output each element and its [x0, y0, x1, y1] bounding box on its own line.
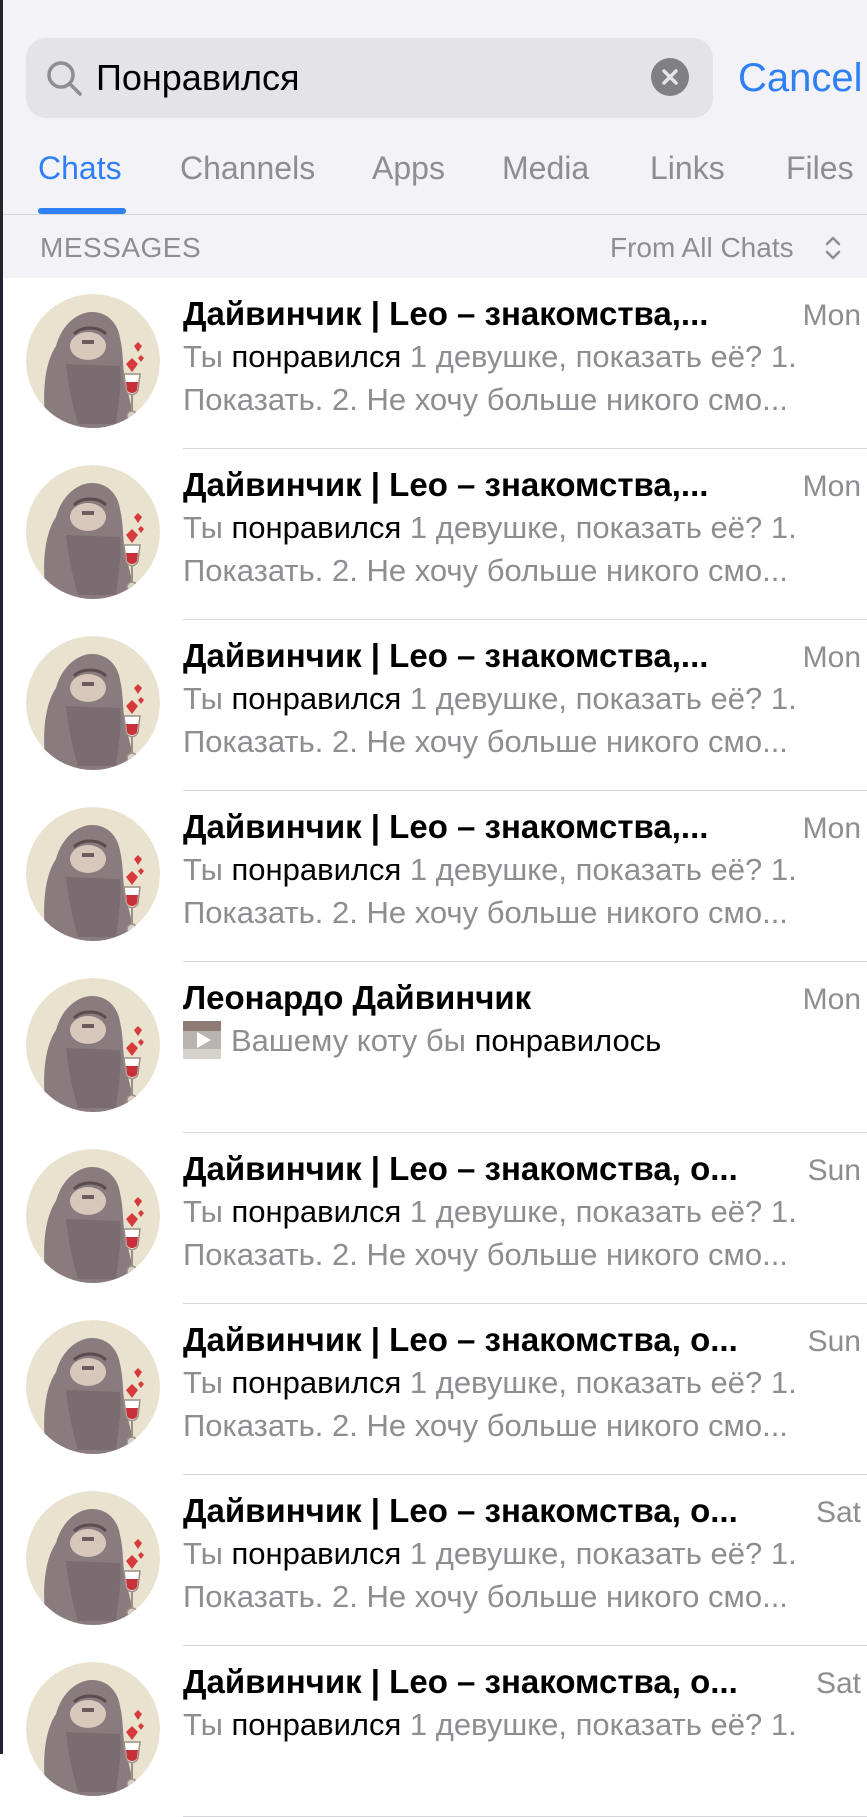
chat-avatar [26, 1149, 160, 1283]
tab-channels[interactable]: Channels [180, 146, 315, 190]
chat-title: Дайвинчик | Leo – знакомства,... [183, 637, 709, 674]
search-header: Понравился Cancel Chats Channels Apps Me… [0, 0, 867, 278]
message-date: Sun [807, 1325, 861, 1358]
message-date: Mon [802, 812, 861, 845]
chat-avatar [26, 294, 160, 428]
chevron-up-down-icon[interactable] [824, 232, 842, 264]
tab-media[interactable]: Media [502, 146, 589, 190]
message-date: Sun [807, 1154, 861, 1187]
chat-avatar [26, 636, 160, 770]
message-snippet-line1: Ты понравился 1 девушке, показать её? 1. [183, 1191, 867, 1233]
chat-title: Дайвинчик | Leo – знакомства,... [183, 466, 709, 503]
chat-title: Дайвинчик | Leo – знакомства, о... [183, 1321, 738, 1358]
search-result-row[interactable]: Дайвинчик | Leo – знакомства, о... Sun Ты … [0, 1304, 867, 1475]
tab-links[interactable]: Links [650, 146, 725, 190]
message-date: Mon [802, 299, 861, 332]
snippet-text: Вашему коту бы [231, 1023, 475, 1058]
chat-avatar [26, 807, 160, 941]
message-snippet-line2: Показать. 2. Не хочу больше никого смо..… [183, 1237, 788, 1272]
search-match-highlight: понравился [231, 1194, 402, 1229]
chat-title: Дайвинчик | Leo – знакомства, о... [183, 1663, 738, 1700]
search-match-highlight: понравился [231, 510, 402, 545]
snippet-text: Ты [183, 339, 232, 374]
snippet-text: 1 девушке, показать её? 1. [401, 339, 797, 374]
chat-avatar [26, 1662, 160, 1796]
message-date: Sat [815, 1496, 861, 1529]
tab-files[interactable]: Files [786, 146, 854, 190]
chat-title: Дайвинчик | Leo – знакомства,... [183, 295, 709, 332]
message-snippet-line2: Показать. 2. Не хочу больше никого смо..… [183, 895, 788, 930]
message-snippet-line2: Показать. 2. Не хочу больше никого смо..… [183, 724, 788, 759]
search-match-highlight: понравился [231, 852, 402, 887]
cancel-button[interactable]: Cancel [738, 52, 863, 104]
window-edge [0, 0, 3, 1754]
message-snippet-line1: Ты понравился 1 девушке, показать её? 1. [183, 507, 867, 549]
search-icon [47, 61, 82, 96]
message-snippet-line1: Ты понравился 1 девушке, показать её? 1. [183, 1362, 867, 1404]
message-snippet-line1: Ты понравился 1 девушке, показать её? 1. [183, 1533, 867, 1575]
search-match-highlight: понравился [231, 339, 402, 374]
divider [0, 214, 867, 215]
snippet-text: 1 девушке, показать её? 1. [401, 681, 797, 716]
video-thumbnail-icon [183, 1020, 221, 1059]
message-snippet-line1: Вашему коту бы понравилось [183, 1020, 867, 1062]
message-snippet-line1: Ты понравился 1 девушке, показать её? 1. [183, 678, 867, 720]
chat-avatar [26, 978, 160, 1112]
chat-filter-selector[interactable]: From All Chats [610, 230, 794, 266]
chat-title: Дайвинчик | Leo – знакомства, о... [183, 1150, 738, 1187]
snippet-text: 1 девушке, показать её? 1. [401, 852, 797, 887]
snippet-text: Ты [183, 681, 232, 716]
message-date: Mon [802, 983, 861, 1016]
search-result-row[interactable]: Дайвинчик | Leo – знакомства, о... Sun Ты … [0, 1133, 867, 1304]
message-snippet-line1: Ты понравился 1 девушке, показать её? 1. [183, 849, 867, 891]
tab-apps[interactable]: Apps [372, 146, 445, 190]
search-result-row[interactable]: Дайвинчик | Leo – знакомства,... Mon Ты по… [0, 449, 867, 620]
chat-avatar [26, 1320, 160, 1454]
chat-title: Дайвинчик | Leo – знакомства, о... [183, 1492, 738, 1529]
section-header: MESSAGES [40, 232, 202, 263]
search-match-highlight: понравилось [474, 1023, 662, 1058]
search-match-highlight: понравился [231, 1536, 402, 1571]
snippet-text: 1 девушке, показать её? 1. [401, 1536, 797, 1571]
search-match-highlight: понравился [231, 1365, 402, 1400]
message-date: Mon [802, 470, 861, 503]
search-result-row[interactable]: Дайвинчик | Leo – знакомства,... Mon Ты по… [0, 278, 867, 449]
snippet-text: Ты [183, 1536, 232, 1571]
message-snippet-line2: Показать. 2. Не хочу больше никого смо..… [183, 1579, 788, 1614]
snippet-text: Ты [183, 852, 232, 887]
snippet-text: 1 девушке, показать её? 1. [401, 510, 797, 545]
search-input[interactable]: Понравился [96, 54, 300, 102]
search-tabs: Chats Channels Apps Media Links Files [0, 140, 867, 216]
chat-title: Леонардо Дайвинчик [183, 979, 532, 1016]
snippet-text: 1 девушке, показать её? 1. [401, 1365, 797, 1400]
search-result-row[interactable]: Дайвинчик | Leo – знакомства, о... Sat Ты … [0, 1646, 867, 1817]
snippet-text: Ты [183, 1707, 232, 1742]
message-snippet-line2: Показать. 2. Не хочу больше никого смо..… [183, 553, 788, 588]
search-result-row[interactable]: Дайвинчик | Leo – знакомства, о... Sat Ты … [0, 1475, 867, 1646]
snippet-text: Ты [183, 1194, 232, 1229]
search-result-row[interactable]: Дайвинчик | Leo – знакомства,... Mon Ты по… [0, 620, 867, 791]
message-snippet-line2: Показать. 2. Не хочу больше никого смо..… [183, 382, 788, 417]
message-snippet-line2: Показать. 2. Не хочу больше никого смо..… [183, 1408, 788, 1443]
message-snippet-line1: Ты понравился 1 девушке, показать её? 1. [183, 1704, 867, 1746]
snippet-text: 1 девушке, показать её? 1. [401, 1194, 797, 1229]
chat-avatar [26, 1491, 160, 1625]
search-result-row[interactable]: Леонардо Дайвинчик Mon Вашему коту бы понр… [0, 962, 867, 1133]
search-result-row[interactable]: Дайвинчик | Leo – знакомства,... Mon Ты по… [0, 791, 867, 962]
chat-avatar [26, 465, 160, 599]
snippet-text: Ты [183, 1365, 232, 1400]
snippet-text: 1 девушке, показать её? 1. [401, 1707, 797, 1742]
message-date: Sat [815, 1667, 861, 1700]
search-field[interactable]: Понравился [26, 38, 713, 118]
message-date: Mon [802, 641, 861, 674]
message-snippet-line1: Ты понравился 1 девушке, показать её? 1. [183, 336, 867, 378]
search-match-highlight: понравился [231, 681, 402, 716]
snippet-text: Ты [183, 510, 232, 545]
search-match-highlight: понравился [231, 1707, 402, 1742]
chat-title: Дайвинчик | Leo – знакомства,... [183, 808, 709, 845]
clear-search-button[interactable] [651, 58, 689, 96]
close-icon [662, 69, 678, 85]
tab-chats[interactable]: Chats [38, 146, 122, 190]
